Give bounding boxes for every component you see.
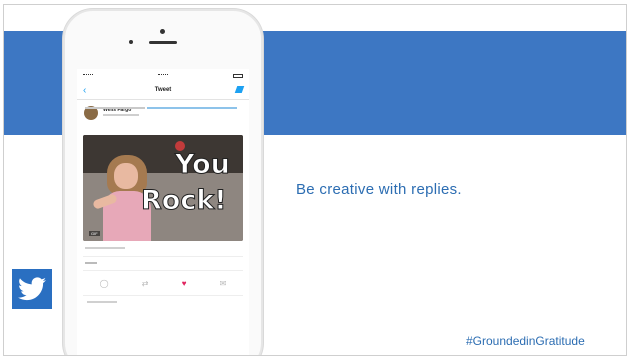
nav-title: Tweet <box>154 87 172 93</box>
retweet-icon[interactable]: ⇄ <box>142 279 149 288</box>
status-bar <box>77 69 249 83</box>
gif-media[interactable]: You Rock! GIF <box>83 135 243 241</box>
gif-text-line1: You <box>175 149 231 180</box>
phone-mockup: ‹ Tweet Wells Fargo You Rock! GIF ◯ ⇄ ♥ … <box>63 9 263 355</box>
earpiece-speaker <box>149 41 177 44</box>
phone-screen: ‹ Tweet Wells Fargo You Rock! GIF ◯ ⇄ ♥ … <box>77 69 249 355</box>
tweet-timestamp <box>85 247 125 249</box>
gif-text-line2: Rock! <box>141 185 228 216</box>
like-count <box>85 262 97 264</box>
tweet-actions: ◯ ⇄ ♥ ✉ <box>83 275 243 291</box>
mail-icon[interactable]: ✉ <box>220 279 227 288</box>
clock-placeholder <box>158 74 168 78</box>
slide-caption: Be creative with replies. <box>296 181 462 198</box>
hashtag-footer: #GroundedinGratitude <box>466 334 585 348</box>
reply-input[interactable] <box>87 301 117 303</box>
heart-icon[interactable]: ♥ <box>182 279 187 288</box>
child-face <box>114 163 138 189</box>
battery-icon <box>233 74 243 78</box>
front-camera <box>160 29 165 34</box>
reply-icon[interactable]: ◯ <box>100 279 109 288</box>
tweet-navbar: ‹ Tweet <box>77 83 249 100</box>
signal-icon <box>83 74 93 78</box>
tweet-header: Wells Fargo <box>77 100 249 128</box>
twitter-bird-icon <box>12 269 52 309</box>
gif-badge: GIF <box>89 231 100 236</box>
replying-to-link[interactable] <box>147 107 237 109</box>
replying-to-text <box>85 107 145 109</box>
slide: ‹ Tweet Wells Fargo You Rock! GIF ◯ ⇄ ♥ … <box>3 4 627 356</box>
user-handle <box>103 114 139 116</box>
proximity-sensor <box>129 40 133 44</box>
